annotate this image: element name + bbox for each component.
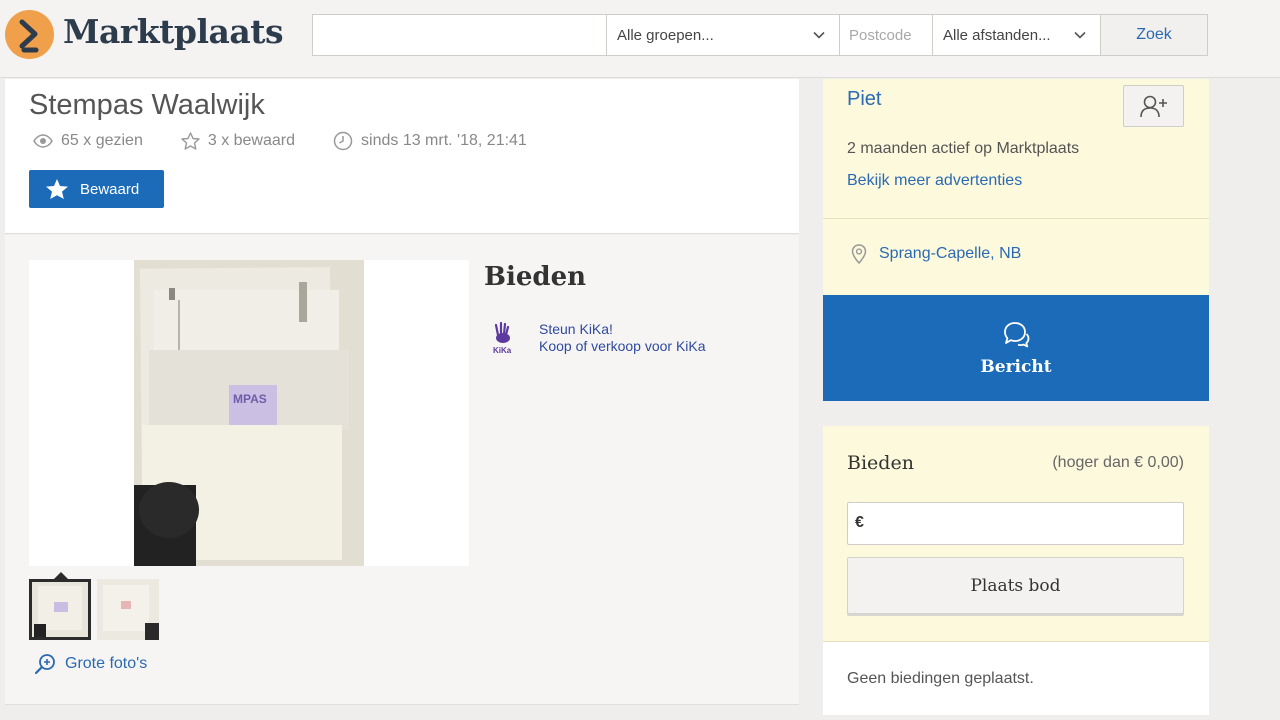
offer-section-title: Bieden	[484, 262, 587, 292]
zoom-in-icon	[34, 654, 55, 675]
divider	[823, 218, 1209, 219]
saved-count: 3 x bewaard	[207, 132, 296, 149]
chat-bubbles-icon	[1004, 322, 1030, 348]
seller-location-label: Sprang-Capelle, NB	[879, 245, 1022, 262]
kika-banner[interactable]: KiKa Steun KiKa! Koop of verkoop voor Ki…	[489, 321, 706, 355]
add-user-icon	[1139, 95, 1167, 118]
message-button-label: Bericht	[980, 357, 1052, 377]
large-photos-link[interactable]: Grote foto's	[34, 653, 147, 675]
kika-text: Steun KiKa! Koop of verkoop voor KiKa	[539, 321, 706, 355]
kika-line-2: Koop of verkoop voor KiKa	[539, 338, 706, 354]
search-bar: Alle groepen... Alle afstanden... Zoek	[312, 14, 1208, 56]
distance-select[interactable]: Alle afstanden...	[933, 15, 1101, 55]
eye-icon	[33, 134, 53, 148]
marktplaats-logo-icon[interactable]	[5, 10, 54, 59]
follow-seller-button[interactable]	[1123, 85, 1184, 127]
search-button[interactable]: Zoek	[1101, 15, 1207, 55]
bid-amount-input[interactable]	[872, 503, 1182, 544]
place-bid-button[interactable]: Plaats bod	[847, 557, 1184, 614]
thumb-pointer	[54, 572, 68, 579]
clock-icon	[333, 131, 353, 151]
kika-logo-icon: KiKa	[493, 321, 512, 355]
ad-title: Stempas Waalwijk	[29, 89, 265, 121]
photo-thumbnail-2[interactable]	[97, 579, 159, 640]
seller-location[interactable]: Sprang-Capelle, NB	[851, 244, 1021, 264]
currency-symbol: €	[855, 514, 864, 531]
category-select-value: Alle groepen...	[617, 26, 714, 44]
distance-select-value: Alle afstanden...	[943, 26, 1051, 44]
views-count: 65 x gezien	[61, 132, 143, 149]
message-button[interactable]: Bericht	[823, 295, 1209, 401]
svg-text:MPAS: MPAS	[233, 392, 267, 406]
seller-name[interactable]: Piet	[847, 88, 881, 111]
seller-card: Piet 2 maanden actief op Marktplaats Bek…	[823, 79, 1209, 295]
ad-media-card: MPAS Grote foto's Bieden KiKa Steun KiKa…	[5, 235, 799, 705]
bid-amount-field[interactable]: €	[847, 502, 1184, 545]
photo-thumbnail-1[interactable]	[29, 579, 91, 640]
saved-stat: 3 x bewaard	[181, 131, 295, 151]
views-stat: 65 x gezien	[33, 131, 143, 151]
no-bids-text: Geen biedingen geplaatst.	[847, 670, 1034, 687]
postcode-input[interactable]	[840, 15, 933, 55]
star-icon	[46, 179, 68, 199]
bid-card: Bieden (hoger dan € 0,00) € Plaats bod G…	[823, 426, 1209, 715]
kika-line-1: Steun KiKa!	[539, 321, 613, 337]
posted-since: sinds 13 mrt. '18, 21:41	[333, 131, 527, 151]
ad-stats: 65 x gezien 3 x bewaard sinds 13 mrt. '1…	[33, 131, 565, 151]
main-photo[interactable]: MPAS	[29, 260, 469, 566]
large-photos-label: Grote foto's	[65, 655, 148, 672]
location-pin-icon	[851, 244, 867, 264]
chevron-down-icon	[813, 31, 825, 39]
header: Marktplaats Alle groepen... Alle afstand…	[0, 0, 1280, 78]
category-select[interactable]: Alle groepen...	[607, 15, 840, 55]
bid-minimum: (hoger dan € 0,00)	[1052, 454, 1184, 471]
saved-button[interactable]: Bewaard	[29, 170, 164, 208]
svg-text:KiKa: KiKa	[493, 346, 512, 355]
saved-button-label: Bewaard	[80, 180, 140, 198]
bid-title: Bieden	[847, 452, 914, 474]
more-ads-link[interactable]: Bekijk meer advertenties	[847, 172, 1022, 190]
search-input[interactable]	[313, 15, 607, 55]
star-icon	[181, 132, 200, 150]
posted-date: sinds 13 mrt. '18, 21:41	[361, 132, 527, 149]
bid-list: Geen biedingen geplaatst.	[823, 641, 1209, 715]
seller-active-since: 2 maanden actief op Marktplaats	[847, 140, 1080, 157]
chevron-down-icon	[1074, 31, 1086, 39]
ad-header-card: Stempas Waalwijk 65 x gezien 3 x bewaard…	[5, 79, 799, 234]
logo-text[interactable]: Marktplaats	[63, 12, 284, 51]
